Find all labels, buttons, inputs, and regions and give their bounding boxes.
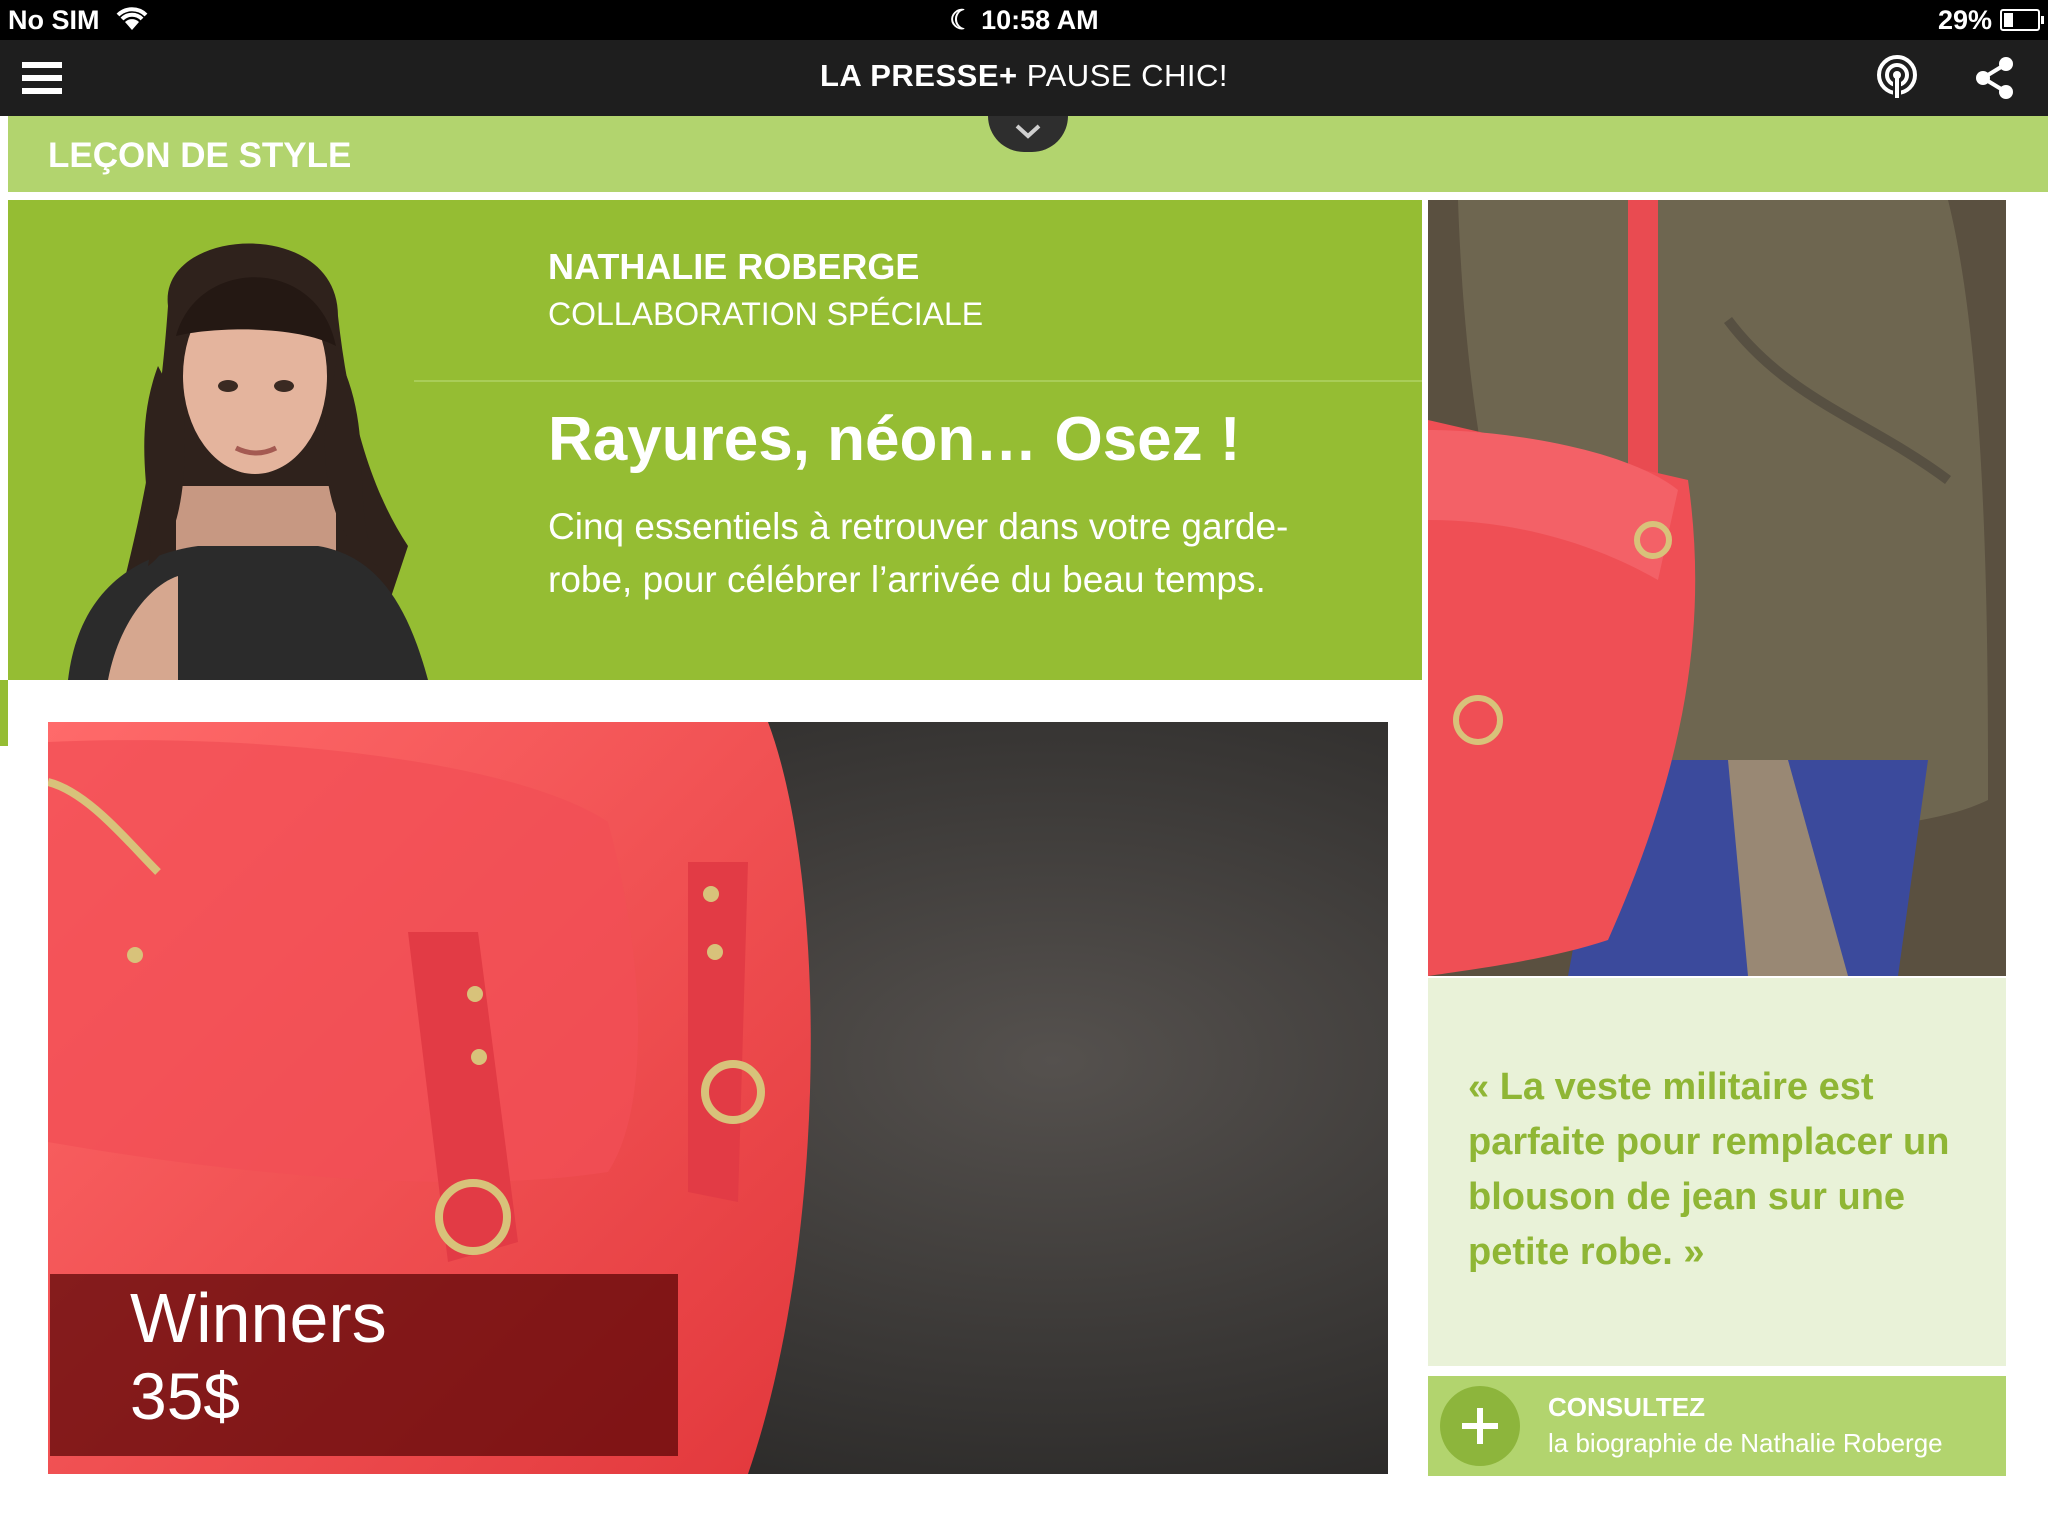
brand-name: LA PRESSE+: [819, 58, 1018, 93]
right-margin: [2038, 200, 2048, 1536]
podcast-icon[interactable]: [1874, 54, 1920, 100]
battery-level: [2004, 13, 2013, 27]
cta-subtitle: la biographie de Nathalie Roberge: [1548, 1428, 1943, 1458]
battery-percentage: 29%: [1937, 5, 1992, 35]
panel-edge: [0, 680, 8, 746]
plus-icon: [1440, 1386, 1520, 1466]
author-portrait: [48, 186, 448, 680]
biography-link-button[interactable]: CONSULTEZ la biographie de Nathalie Robe…: [1428, 1376, 2006, 1476]
share-icon[interactable]: [1974, 56, 2016, 100]
side-photo[interactable]: [1428, 200, 2006, 976]
author-role: COLLABORATION SPÉCIALE: [548, 296, 984, 332]
moon-icon: ☾: [949, 5, 974, 35]
status-bar: No SIM ☾ 10:58 AM 29%: [0, 0, 2048, 40]
section-label: LEÇON DE STYLE: [48, 136, 352, 175]
product-price: 35$: [130, 1359, 241, 1433]
pull-quote: « La veste militaire est parfaite pour r…: [1468, 1066, 1950, 1273]
article-headline: Rayures, néon… Osez !: [548, 405, 1241, 474]
clock-time: 10:58 AM: [981, 5, 1099, 35]
app-navbar: LA PRESSE+ PAUSE CHIC!: [0, 40, 2048, 116]
clock: ☾ 10:58 AM: [0, 5, 2048, 36]
app-title: LA PRESSE+ PAUSE CHIC!: [0, 58, 2048, 94]
pull-quote-box: « La veste militaire est parfaite pour r…: [1428, 978, 2006, 1366]
product-store: Winners: [130, 1279, 387, 1357]
article-dek: Cinq essentiels à retrouver dans votre g…: [548, 506, 1289, 600]
section-name: PAUSE CHIC!: [1026, 58, 1229, 93]
author-name: NATHALIE ROBERGE: [548, 246, 920, 287]
chevron-down-icon: [1015, 124, 1041, 139]
panel-divider: [414, 380, 1422, 382]
battery-icon: [2000, 9, 2044, 31]
cta-title: CONSULTEZ: [1548, 1392, 1705, 1422]
